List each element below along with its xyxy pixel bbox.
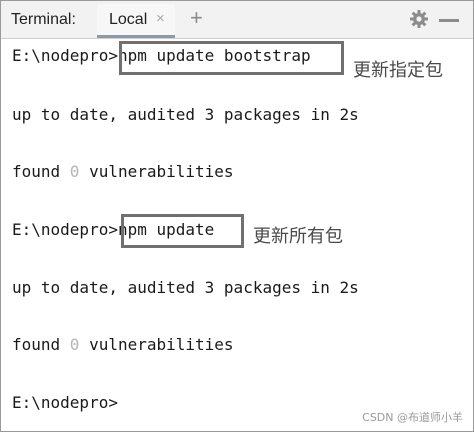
gear-icon[interactable]	[409, 9, 429, 29]
minimize-icon[interactable]	[439, 19, 459, 22]
output-text: vulnerabilities	[79, 335, 234, 354]
tool-window-title: Terminal:	[11, 11, 76, 28]
output-text: found	[12, 335, 70, 354]
highlight-box	[119, 41, 344, 75]
terminal-line: found 0 vulnerabilities	[12, 162, 234, 182]
add-tab-icon[interactable]: +	[190, 6, 203, 30]
tab-local[interactable]: Local ×	[97, 4, 175, 38]
highlight-box	[121, 214, 244, 248]
watermark: CSDN @布道师小羊	[362, 411, 463, 424]
vulnerability-count: 0	[69, 162, 80, 181]
tab-label: Local	[109, 11, 148, 28]
close-icon[interactable]: ×	[156, 10, 165, 27]
terminal-line: up to date, audited 3 packages in 2s	[12, 278, 359, 297]
vulnerability-count: 0	[69, 335, 80, 354]
terminal-line: up to date, audited 3 packages in 2s	[12, 105, 359, 124]
terminal-window: Terminal: Local × + E:\nodepro>npm updat…	[0, 0, 474, 432]
prompt: E:\nodepro>	[12, 46, 118, 65]
terminal-line: E:\nodepro>	[12, 393, 118, 412]
prompt: E:\nodepro>	[12, 220, 118, 239]
output-text: found	[12, 162, 70, 181]
annotation-label: 更新所有包	[253, 226, 343, 247]
terminal-toolbar: Terminal: Local × +	[1, 1, 473, 39]
terminal-output[interactable]: E:\nodepro>npm update bootstrap 更新指定包 up…	[1, 39, 473, 431]
output-text: vulnerabilities	[79, 162, 234, 181]
terminal-line: found 0 vulnerabilities	[12, 335, 234, 355]
annotation-label: 更新指定包	[353, 60, 443, 81]
